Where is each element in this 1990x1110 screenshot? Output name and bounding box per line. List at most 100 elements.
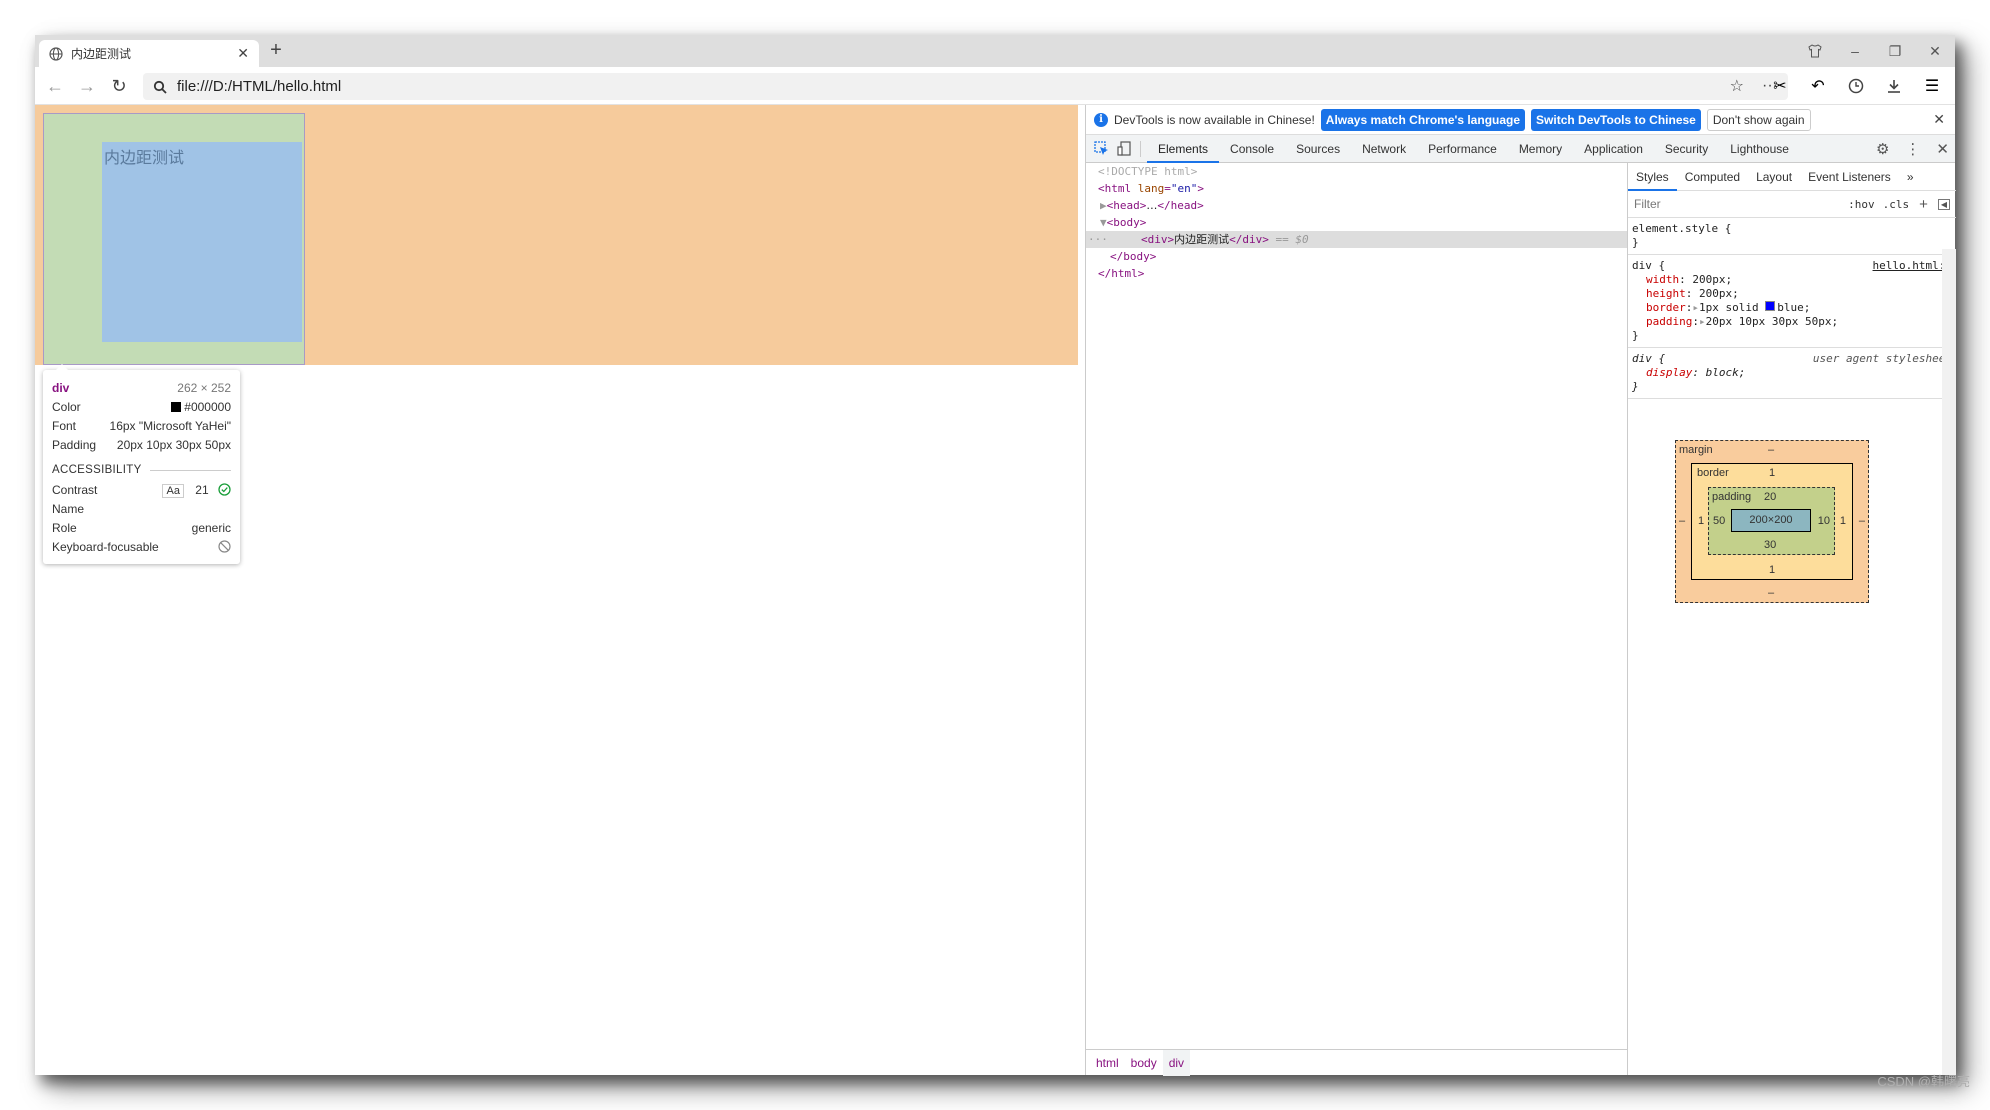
bm-content-size[interactable]: 200×200 [1731, 509, 1811, 532]
tab-sources[interactable]: Sources [1285, 135, 1351, 163]
blue-color-swatch[interactable] [1765, 301, 1776, 311]
reload-button[interactable]: ↻ [107, 75, 131, 97]
menu-icon[interactable]: ☰ [1921, 75, 1943, 97]
minimize-button[interactable]: – [1835, 35, 1875, 67]
bm-padding-left[interactable]: 50 [1713, 515, 1725, 527]
bm-border-top[interactable]: 1 [1769, 467, 1775, 479]
dom-doctype[interactable]: <!DOCTYPE html> [1086, 163, 1627, 180]
new-rule-plus-icon[interactable]: + [1919, 196, 1928, 213]
download-icon[interactable] [1883, 75, 1905, 97]
bm-margin-right[interactable]: – [1859, 515, 1865, 527]
bm-padding-top[interactable]: 20 [1764, 491, 1776, 503]
tab-console[interactable]: Console [1219, 135, 1285, 163]
close-brace: } [1632, 329, 1639, 342]
dom-div-node-selected[interactable]: ··· <div>内边距测试</div> == $0 [1086, 231, 1627, 248]
dom-head-node[interactable]: ▶<head>…</head> [1086, 197, 1627, 214]
bm-margin-left[interactable]: – [1679, 515, 1685, 527]
device-toolbar-icon[interactable] [1117, 141, 1132, 156]
bm-border-right[interactable]: 1 [1840, 515, 1846, 527]
rule-selector[interactable]: div { [1632, 259, 1665, 273]
rule-source-link[interactable]: hello.html:8 [1873, 259, 1952, 273]
shirt-icon[interactable] [1795, 35, 1835, 67]
subtab-overflow-chevron[interactable]: » [1899, 163, 1922, 191]
bm-padding-label: padding [1712, 491, 1752, 503]
subtab-computed[interactable]: Computed [1677, 163, 1748, 191]
inspect-element-icon[interactable] [1094, 141, 1109, 156]
toggle-sidebar-icon[interactable]: ◀ [1937, 198, 1950, 210]
cls-toggle[interactable]: .cls [1883, 198, 1910, 211]
styles-subtabs: Styles Computed Layout Event Listeners » [1628, 163, 1956, 191]
tooltip-font-value: 16px "Microsoft YaHei" [109, 418, 231, 433]
prop-width[interactable]: width: 200px; [1632, 273, 1952, 287]
styles-filter-input[interactable]: Filter [1634, 197, 1840, 211]
bm-border-bottom[interactable]: 1 [1769, 564, 1775, 576]
tooltip-color-value: #000000 [184, 399, 231, 414]
always-match-language-button[interactable]: Always match Chrome's language [1320, 108, 1526, 131]
ua-source: user agent stylesheet [1812, 352, 1952, 365]
tab-network[interactable]: Network [1351, 135, 1417, 163]
dom-body-close[interactable]: </body> [1086, 248, 1627, 265]
prop-height[interactable]: height: 200px; [1632, 287, 1952, 301]
browser-tab[interactable]: 内边距测试 ✕ [39, 40, 259, 67]
browser-window: 内边距测试 ✕ + – ❐ ✕ ← → ↻ file:///D:/HTML/he… [35, 35, 1956, 1076]
styles-scrollbar[interactable] [1942, 249, 1956, 1075]
more-options-icon[interactable]: ⋮ [1905, 140, 1920, 158]
bm-margin-top[interactable]: – [1768, 444, 1774, 456]
subtab-layout[interactable]: Layout [1748, 163, 1800, 191]
bm-margin-bottom[interactable]: – [1768, 587, 1774, 599]
close-brace: } [1632, 236, 1639, 249]
tab-lighthouse[interactable]: Lighthouse [1719, 135, 1800, 163]
infobar-message: DevTools is now available in Chinese! [1114, 112, 1315, 127]
bm-padding-bottom[interactable]: 30 [1764, 539, 1776, 551]
breadcrumb-div[interactable]: div [1162, 1049, 1191, 1076]
subtab-styles[interactable]: Styles [1628, 163, 1677, 191]
prop-padding[interactable]: padding: ▸ 20px 10px 30px 50px; [1632, 315, 1952, 329]
keyboard-focusable-label: Keyboard-focusable [52, 539, 159, 554]
breadcrumb-body[interactable]: body [1125, 1050, 1163, 1076]
tab-close-icon[interactable]: ✕ [237, 45, 249, 62]
devtools-close-icon[interactable]: ✕ [1936, 140, 1949, 158]
tab-title: 内边距测试 [71, 47, 132, 61]
prop-display: display: block; [1646, 366, 1746, 379]
new-tab-button[interactable]: + [263, 39, 289, 62]
breadcrumb-html[interactable]: html [1090, 1050, 1125, 1076]
bm-border-label: border [1697, 467, 1729, 479]
scissors-icon[interactable]: ✂ [1769, 75, 1791, 97]
bm-border-left[interactable]: 1 [1698, 515, 1704, 527]
tab-security[interactable]: Security [1654, 135, 1719, 163]
dom-html-node[interactable]: <html lang="en"> [1086, 180, 1627, 197]
infobar-close-icon[interactable]: ✕ [1933, 111, 1945, 128]
url-text: file:///D:/HTML/hello.html [177, 78, 342, 95]
name-label: Name [52, 501, 85, 516]
back-button[interactable]: ← [43, 75, 67, 97]
subtab-event-listeners[interactable]: Event Listeners [1800, 163, 1899, 191]
watermark: CSDN @韩曙亮 [1877, 1074, 1970, 1089]
restore-button[interactable]: ❐ [1875, 35, 1915, 67]
forward-button[interactable]: → [75, 75, 99, 97]
dom-html-close[interactable]: </html> [1086, 265, 1627, 282]
address-bar[interactable]: file:///D:/HTML/hello.html ☆ ··· [143, 73, 1788, 100]
history-clock-icon[interactable] [1845, 75, 1867, 97]
switch-to-chinese-button[interactable]: Switch DevTools to Chinese [1531, 108, 1701, 131]
element-style-selector[interactable]: element.style { [1632, 222, 1952, 236]
dont-show-again-button[interactable]: Don't show again [1706, 108, 1811, 131]
hov-toggle[interactable]: :hov [1848, 198, 1875, 211]
ua-selector: div { [1632, 352, 1666, 365]
box-model-diagram: margin – – – – border 1 1 1 1 padding 20… [1675, 440, 1869, 603]
highlight-padding-box: 内边距测试 [43, 113, 305, 365]
bm-padding-right[interactable]: 10 [1818, 515, 1830, 527]
prop-border[interactable]: border: ▸ 1px solid blue; [1632, 301, 1952, 315]
accessibility-heading: ACCESSIBILITY [52, 460, 231, 480]
dom-body-node[interactable]: ▼<body> [1086, 214, 1627, 231]
window-close-button[interactable]: ✕ [1915, 35, 1955, 67]
bookmark-star-icon[interactable]: ☆ [1730, 76, 1744, 96]
tooltip-color-label: Color [52, 399, 81, 414]
tab-elements[interactable]: Elements [1147, 135, 1220, 163]
tab-performance[interactable]: Performance [1417, 135, 1508, 163]
settings-gear-icon[interactable]: ⚙ [1876, 140, 1889, 158]
tab-application[interactable]: Application [1573, 135, 1654, 163]
undo-icon[interactable]: ↶ [1807, 75, 1829, 97]
element-style-rule: element.style { } [1628, 218, 1956, 255]
tab-memory[interactable]: Memory [1508, 135, 1573, 163]
tooltip-padding-label: Padding [52, 437, 97, 452]
